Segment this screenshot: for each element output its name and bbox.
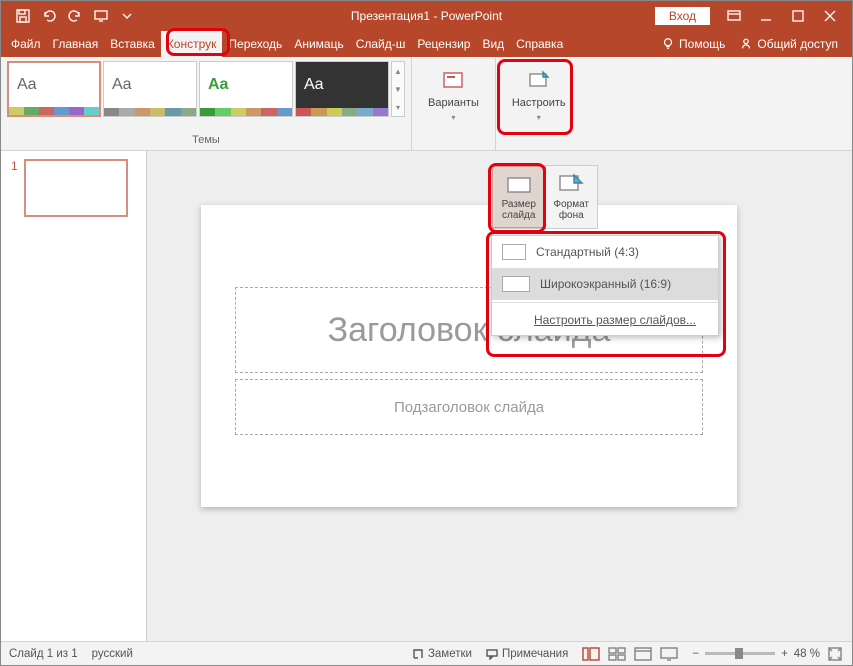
- tab-transitions[interactable]: Переходь: [222, 31, 288, 57]
- zoom-slider[interactable]: [705, 652, 775, 655]
- undo-icon[interactable]: [41, 8, 57, 24]
- themes-scroll-up-icon[interactable]: ▲: [392, 67, 404, 76]
- size-widescreen-option[interactable]: Широкоэкранный (16:9): [492, 268, 718, 300]
- slide-size-button[interactable]: Размер слайда: [492, 166, 546, 228]
- zoom-out-button[interactable]: −: [692, 648, 699, 660]
- tab-review[interactable]: Рецензир: [411, 31, 476, 57]
- theme-gallery-2[interactable]: Aa: [199, 61, 293, 117]
- tell-me-button[interactable]: Помощь: [661, 37, 725, 51]
- reading-view-icon[interactable]: [634, 646, 652, 662]
- format-background-icon: [558, 173, 584, 197]
- slide-thumbnails-pane: 1: [1, 151, 147, 641]
- workspace: 1 Заголовок слайда Подзаголовок слайда: [1, 151, 852, 641]
- setup-dropdown-panel: Размер слайда Формат фона: [491, 165, 598, 229]
- minimize-icon[interactable]: [758, 8, 774, 24]
- normal-view-icon[interactable]: [582, 646, 600, 662]
- view-buttons: [582, 646, 678, 662]
- tab-insert[interactable]: Вставка: [104, 31, 161, 57]
- signin-button[interactable]: Вход: [655, 7, 710, 25]
- redo-icon[interactable]: [67, 8, 83, 24]
- ribbon: Aa Aa Aa Aa ▲ ▼ ▾ Темы: [1, 57, 852, 151]
- notes-button[interactable]: Заметки: [412, 648, 472, 660]
- group-themes-label: Темы: [7, 134, 405, 148]
- setup-button[interactable]: Настроить ▾: [502, 61, 576, 129]
- share-button[interactable]: Общий доступ: [739, 37, 838, 51]
- slide-thumbnail-1[interactable]: [24, 159, 128, 217]
- language-indicator[interactable]: русский: [92, 648, 133, 660]
- tab-home[interactable]: Главная: [47, 31, 105, 57]
- zoom-control: − + 48 %: [692, 646, 844, 662]
- tab-slideshow[interactable]: Слайд-ш: [350, 31, 412, 57]
- lightbulb-icon: [661, 37, 675, 51]
- comments-button[interactable]: Примечания: [486, 648, 568, 660]
- title-bar: Презентация1 - PowerPoint Вход: [1, 1, 852, 31]
- share-icon: [739, 37, 753, 51]
- theme-gallery-3[interactable]: Aa: [295, 61, 389, 117]
- group-setup: Настроить ▾: [496, 57, 582, 150]
- tab-file[interactable]: Файл: [5, 31, 47, 57]
- sorter-view-icon[interactable]: [608, 646, 626, 662]
- slideshow-view-icon[interactable]: [660, 646, 678, 662]
- themes-expand-icon[interactable]: ▾: [392, 103, 404, 112]
- theme-office[interactable]: Aa: [7, 61, 101, 117]
- thumb-number: 1: [11, 159, 18, 173]
- setup-icon: [527, 69, 551, 93]
- widescreen-ratio-icon: [502, 276, 530, 292]
- tab-help[interactable]: Справка: [510, 31, 569, 57]
- tab-design[interactable]: Конструк: [161, 31, 223, 57]
- maximize-icon[interactable]: [790, 8, 806, 24]
- close-icon[interactable]: [822, 8, 838, 24]
- qat-customize-icon[interactable]: [119, 8, 135, 24]
- title-bar-right: Вход: [655, 7, 852, 25]
- format-background-button[interactable]: Формат фона: [546, 166, 598, 228]
- ribbon-display-options-icon[interactable]: [726, 8, 742, 24]
- status-bar: Слайд 1 из 1 русский Заметки Примечания …: [1, 641, 852, 665]
- group-variants: Варианты ▾: [412, 57, 496, 150]
- start-from-beginning-icon[interactable]: [93, 8, 109, 24]
- slide-size-icon: [506, 173, 532, 197]
- zoom-percent[interactable]: 48 %: [794, 648, 820, 660]
- variants-button[interactable]: Варианты ▾: [418, 61, 489, 129]
- standard-ratio-icon: [502, 244, 526, 260]
- theme-gallery-1[interactable]: Aa: [103, 61, 197, 117]
- size-standard-option[interactable]: Стандартный (4:3): [492, 236, 718, 268]
- tab-animations[interactable]: Анимаць: [288, 31, 349, 57]
- custom-slide-size-option[interactable]: Настроить размер слайдов...: [492, 305, 718, 335]
- slide-position: Слайд 1 из 1: [9, 648, 78, 660]
- tab-view[interactable]: Вид: [476, 31, 510, 57]
- comments-icon: [486, 648, 498, 660]
- ribbon-tabs: Файл Главная Вставка Конструк Переходь А…: [1, 31, 852, 57]
- quick-access-toolbar: [1, 8, 135, 24]
- menu-separator: [492, 302, 718, 303]
- subtitle-placeholder[interactable]: Подзаголовок слайда: [235, 379, 703, 435]
- group-themes: Aa Aa Aa Aa ▲ ▼ ▾ Темы: [1, 57, 412, 150]
- themes-scroll-down-icon[interactable]: ▼: [392, 85, 404, 94]
- slide-size-menu: Стандартный (4:3) Широкоэкранный (16:9) …: [491, 235, 719, 336]
- document-title: Презентация1 - PowerPoint: [351, 9, 502, 23]
- zoom-in-button[interactable]: +: [781, 648, 788, 660]
- fit-to-window-icon[interactable]: [826, 646, 844, 662]
- notes-icon: [412, 648, 424, 660]
- variants-icon: [441, 69, 465, 93]
- save-icon[interactable]: [15, 8, 31, 24]
